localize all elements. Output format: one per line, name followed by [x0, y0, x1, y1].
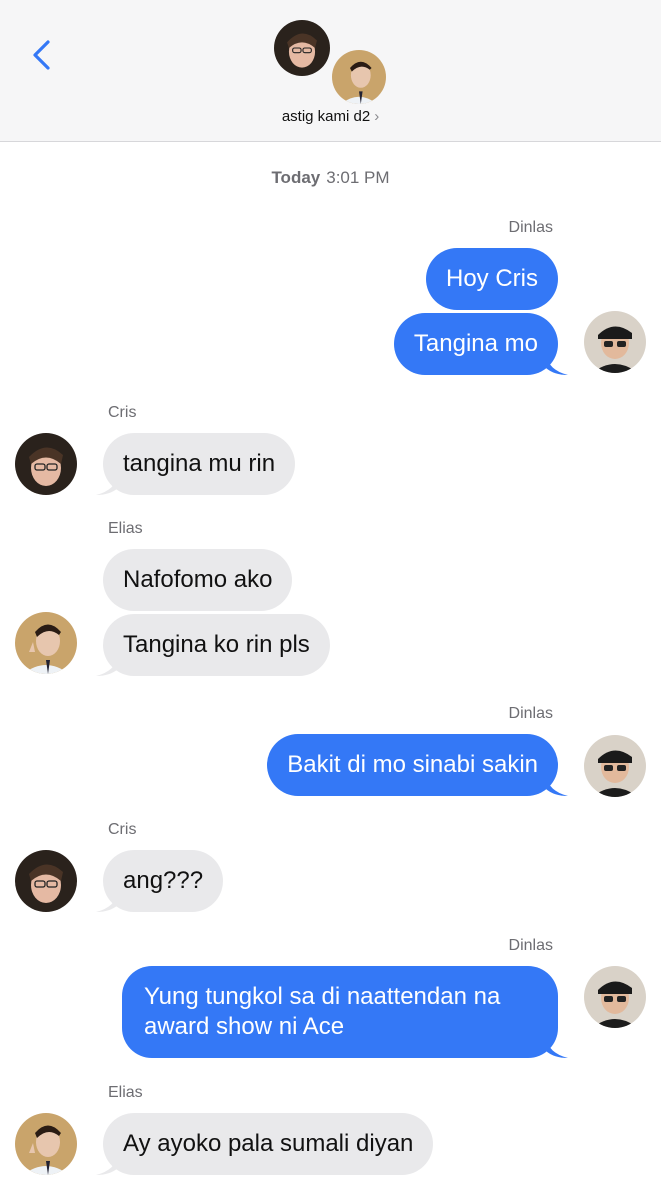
message-bubble[interactable]: Yung tungkol sa di naattendan na award s…: [122, 966, 558, 1058]
timestamp-time: 3:01 PM: [326, 168, 390, 187]
message-bubble[interactable]: Tangina mo: [393, 313, 558, 375]
message-bubble[interactable]: ang???: [103, 850, 224, 912]
message-bubble[interactable]: Ay ayoko pala sumali diyan: [103, 1113, 434, 1175]
elias-avatar[interactable]: [15, 1113, 77, 1175]
bubble-tail: [546, 775, 568, 796]
timestamp: Today 3:01 PM: [0, 168, 661, 188]
dinlas-avatar[interactable]: [584, 735, 646, 797]
conversation-header: astig kami d2 ›: [0, 0, 661, 142]
chevron-left-icon: [33, 40, 50, 70]
sender-name: Elias: [108, 1084, 143, 1101]
sender-name: Dinlas: [508, 705, 553, 722]
back-button[interactable]: [28, 38, 58, 72]
sender-name: Dinlas: [508, 937, 553, 954]
message-bubble[interactable]: Hoy Cris: [425, 248, 558, 310]
bubble-tail: [546, 1037, 568, 1058]
elias-avatar[interactable]: [15, 612, 77, 674]
message-bubble[interactable]: Bakit di mo sinabi sakin: [267, 734, 558, 796]
sender-name: Cris: [108, 404, 137, 421]
elias-avatar: [330, 48, 388, 106]
group-avatar[interactable]: [272, 18, 388, 108]
chevron-right-icon: ›: [374, 108, 380, 125]
message-bubble[interactable]: Nafofomo ako: [103, 549, 293, 611]
cris-avatar: [272, 18, 332, 78]
cris-avatar[interactable]: [15, 850, 77, 912]
sender-name: Cris: [108, 821, 137, 838]
sender-name: Elias: [108, 520, 143, 537]
group-name[interactable]: astig kami d2 ›: [0, 108, 661, 125]
timestamp-day: Today: [271, 168, 321, 187]
dinlas-avatar[interactable]: [584, 311, 646, 373]
message-bubble[interactable]: Tangina ko rin pls: [103, 614, 330, 676]
bubble-tail: [546, 354, 568, 375]
dinlas-avatar[interactable]: [584, 966, 646, 1028]
sender-name: Dinlas: [508, 219, 553, 236]
message-bubble[interactable]: tangina mu rin: [103, 433, 296, 495]
bubble-tail: [96, 655, 118, 676]
group-name-label: astig kami d2: [281, 108, 371, 125]
cris-avatar[interactable]: [15, 433, 77, 495]
